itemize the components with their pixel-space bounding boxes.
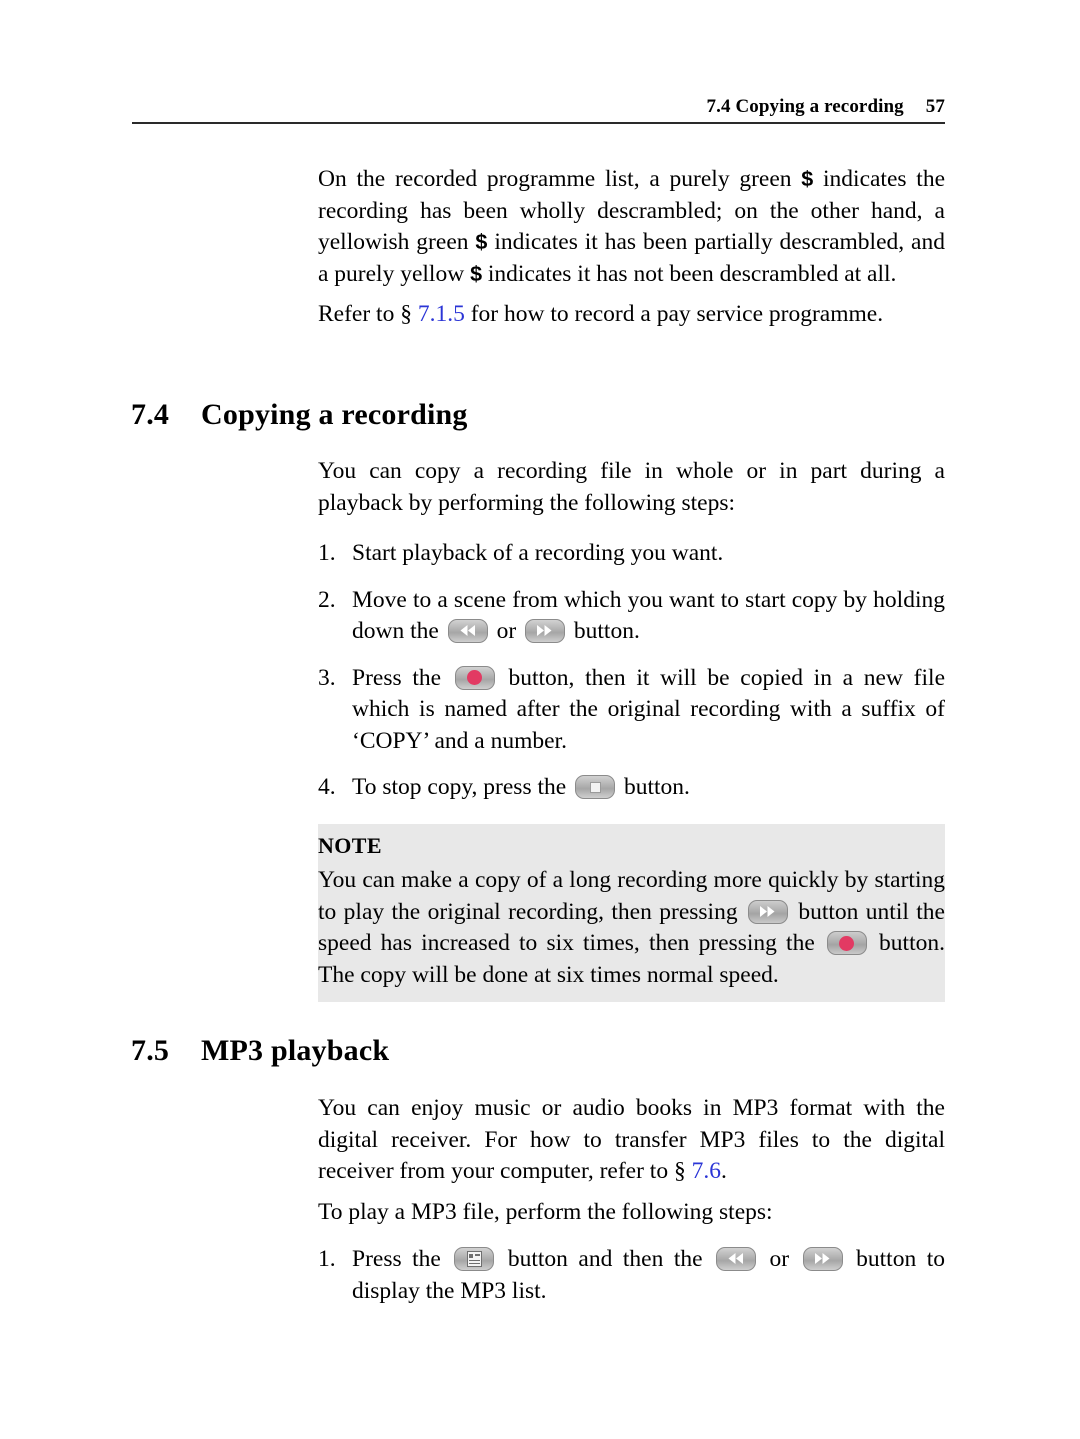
- refer-text-prefix: Refer to §: [318, 301, 418, 327]
- step-text: To stop copy, press the button.: [352, 772, 945, 804]
- step-text-a: To stop copy, press the: [352, 774, 573, 800]
- document-page: 7.4 Copying a recording 57 On the recorde…: [0, 0, 1080, 1439]
- section-75-paragraph-1: You can enjoy music or audio books in MP…: [318, 1093, 945, 1188]
- list-marker: 1.: [318, 1246, 336, 1272]
- list-item: 1. Press the button and then the or butt…: [318, 1244, 945, 1307]
- rewind-key-icon[interactable]: [447, 619, 488, 643]
- rewind-key-icon[interactable]: [716, 1247, 757, 1271]
- step-text: Press the button, then it will be copied…: [352, 663, 945, 758]
- section-74-steps: 1. Start playback of a recording you wan…: [318, 538, 945, 804]
- section-74-lead: You can copy a recording file in whole o…: [318, 458, 945, 516]
- mp3-text-b: .: [720, 1158, 727, 1184]
- mp3-text-a: You can enjoy music or audio books in MP…: [318, 1095, 945, 1184]
- running-header: 7.4 Copying a recording 57: [132, 96, 945, 118]
- intro-text-a: On the recorded programme list, a purely…: [318, 166, 802, 192]
- step-text-a: Move to a scene from which you want to s…: [352, 586, 945, 645]
- dollar-symbol-yellowgreen: $: [475, 230, 488, 254]
- step-text-c: or: [759, 1246, 800, 1272]
- step-text-c: button.: [568, 618, 640, 644]
- record-key-icon[interactable]: [454, 665, 495, 690]
- heading-74-number: 7.4: [131, 398, 170, 431]
- list-marker: 4.: [318, 774, 336, 800]
- note-body: You can make a copy of a long recording …: [318, 865, 945, 991]
- intro-paragraph-1: On the recorded programme list, a purely…: [318, 164, 945, 290]
- note-box: NOTE You can make a copy of a long recor…: [318, 824, 945, 1002]
- list-marker: 1.: [318, 540, 336, 566]
- intro-paragraph-2: Refer to § 7.1.5 for how to record a pay…: [318, 299, 945, 331]
- step-text-b: or: [490, 618, 523, 644]
- heading-section-74: 7.4 Copying a recording: [131, 398, 468, 432]
- note-title: NOTE: [318, 833, 382, 858]
- section-75-steps: 1. Press the button and then the or butt…: [318, 1244, 945, 1307]
- section-75-body: You can enjoy music or audio books in MP…: [318, 1093, 945, 1228]
- list-glyph-icon: [466, 1251, 482, 1267]
- header-section-title: 7.4 Copying a recording: [706, 96, 904, 117]
- step-text-b: button and then the: [497, 1246, 714, 1272]
- heading-75-number: 7.5: [131, 1034, 170, 1067]
- list-item: 1. Start playback of a recording you wan…: [318, 538, 945, 570]
- step-text-a: Start playback of a recording you want.: [352, 540, 724, 566]
- intro-text-d: indicates it has not been descrambled at…: [482, 260, 897, 287]
- cross-reference-link-715[interactable]: 7.1.5: [418, 301, 465, 327]
- step-text: Move to a scene from which you want to s…: [352, 585, 945, 648]
- step-text: Press the button and then the or button …: [352, 1244, 945, 1307]
- step-text-a: Press the: [352, 1246, 452, 1272]
- fast-forward-key-icon[interactable]: [525, 619, 566, 643]
- page-number: 57: [925, 96, 945, 117]
- list-item: 3. Press the button, then it will be cop…: [318, 663, 945, 758]
- step-text: Start playback of a recording you want.: [352, 538, 945, 570]
- list-item: 4. To stop copy, press the button.: [318, 772, 945, 804]
- record-dot-icon: [839, 935, 855, 951]
- step-text-a: Press the: [352, 664, 452, 691]
- section-75-paragraph-2: To play a MP3 file, perform the followin…: [318, 1198, 773, 1225]
- heading-section-75: 7.5 MP3 playback: [131, 1034, 389, 1068]
- stop-square-icon: [589, 781, 601, 793]
- fast-forward-key-icon[interactable]: [747, 899, 788, 924]
- step-text-b: button.: [618, 774, 690, 800]
- heading-74-title: Copying a recording: [201, 398, 468, 431]
- heading-75-title: MP3 playback: [201, 1034, 390, 1067]
- dollar-symbol-yellow: $: [470, 261, 483, 286]
- dollar-symbol-green: $: [801, 167, 814, 191]
- list-key-icon[interactable]: [454, 1247, 495, 1271]
- intro-block: On the recorded programme list, a purely…: [318, 164, 945, 331]
- record-key-icon[interactable]: [826, 931, 867, 955]
- record-dot-icon: [467, 670, 483, 685]
- list-item: 2. Move to a scene from which you want t…: [318, 585, 945, 648]
- header-rule: [132, 122, 945, 124]
- list-marker: 2.: [318, 586, 336, 613]
- stop-key-icon[interactable]: [575, 775, 616, 799]
- refer-text-suffix: for how to record a pay service programm…: [464, 301, 884, 327]
- cross-reference-link-76[interactable]: 7.6: [692, 1158, 721, 1184]
- fast-forward-key-icon[interactable]: [802, 1247, 843, 1271]
- section-74-body: You can copy a recording file in whole o…: [318, 456, 945, 519]
- list-marker: 3.: [318, 664, 336, 691]
